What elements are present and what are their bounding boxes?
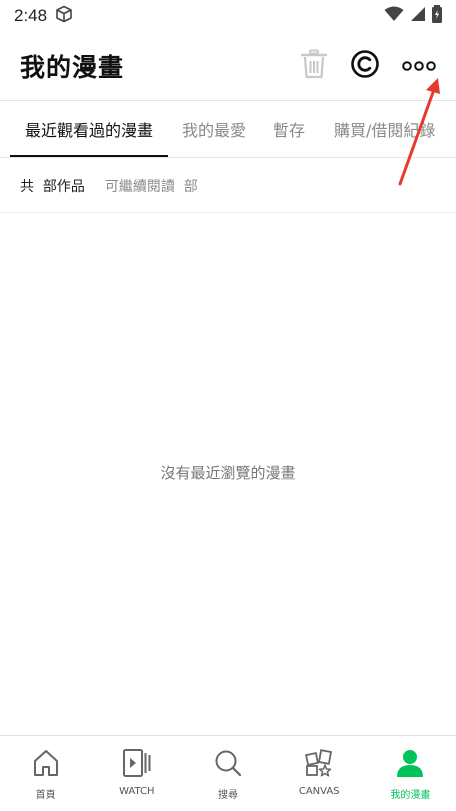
nav-canvas-label: CANVAS — [298, 786, 340, 797]
nav-home-label: 首頁 — [35, 790, 56, 801]
coin-icon — [350, 49, 380, 83]
work-count-text: 共 部作品 — [20, 178, 85, 195]
canvas-icon — [304, 748, 334, 782]
more-dots-icon — [402, 57, 436, 76]
status-left: 2:48 — [14, 5, 73, 27]
nav-search-label: 搜尋 — [218, 790, 238, 801]
page-title: 我的漫畫 — [20, 53, 125, 82]
nav-home[interactable]: 首頁 — [0, 736, 91, 811]
tab-recently-viewed[interactable]: 最近觀看過的漫畫 — [10, 101, 168, 157]
tab-favorites[interactable]: 我的最愛 — [182, 101, 246, 157]
nav-my-comics-label: 我的漫畫 — [390, 790, 431, 801]
search-icon — [213, 748, 243, 782]
delete-button[interactable] — [300, 49, 328, 83]
status-right — [384, 5, 442, 27]
header-actions — [300, 49, 436, 83]
nav-my-comics[interactable]: 我的漫畫 — [365, 736, 456, 811]
empty-state-message: 沒有最近瀏覽的漫畫 — [160, 464, 296, 482]
tab-saved[interactable]: 暫存 — [273, 101, 305, 157]
signal-icon — [410, 6, 426, 26]
home-icon — [31, 748, 61, 782]
bottom-nav: 首頁 WATCH 搜尋 CANVAS 我的漫畫 — [0, 735, 456, 811]
work-count-bar: 共 部作品 可繼續閱讀 部 — [0, 159, 456, 213]
coin-button[interactable] — [350, 49, 380, 83]
wifi-icon — [384, 6, 404, 26]
continue-reading-text: 可繼續閱讀 部 — [104, 178, 198, 195]
nav-watch[interactable]: WATCH — [91, 736, 182, 811]
battery-icon — [432, 5, 442, 27]
tab-purchase-history[interactable]: 購買/借閱紀錄 — [334, 101, 435, 157]
cube-icon — [55, 5, 73, 27]
status-time: 2:48 — [14, 6, 48, 25]
profile-icon — [395, 748, 425, 782]
trash-icon — [300, 49, 328, 83]
status-bar: 2:48 — [0, 0, 456, 32]
nav-watch-label: WATCH — [119, 786, 155, 797]
tab-bar: 最近觀看過的漫畫 我的最愛 暫存 購買/借閱紀錄 — [0, 100, 456, 158]
app-header: 我的漫畫 — [0, 32, 456, 100]
watch-icon — [122, 748, 152, 782]
more-options-button[interactable] — [402, 57, 436, 76]
nav-canvas[interactable]: CANVAS — [274, 736, 365, 811]
nav-search[interactable]: 搜尋 — [182, 736, 273, 811]
